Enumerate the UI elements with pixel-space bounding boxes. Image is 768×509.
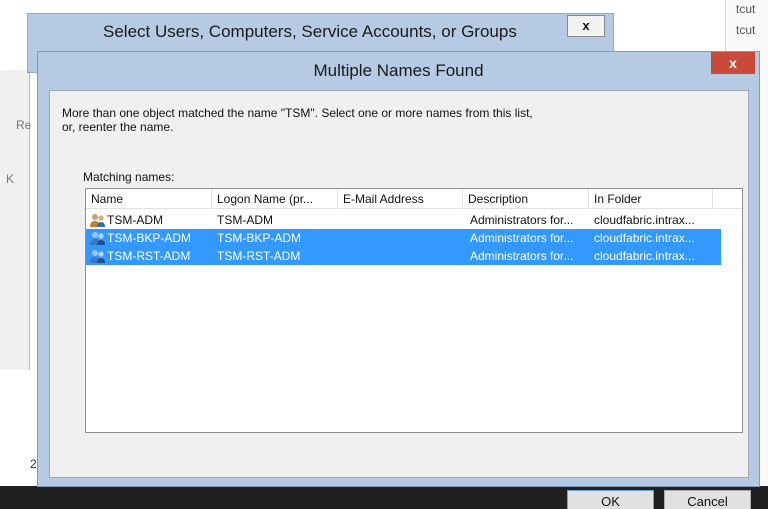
background-panel: 2 (0, 375, 40, 485)
cell-folder: cloudfabric.intrax... (594, 231, 695, 245)
group-users-icon (90, 232, 105, 245)
background-label: Re (16, 118, 32, 132)
background-label: K (6, 172, 15, 186)
cell-name: TSM-BKP-ADM (107, 231, 191, 245)
background-window-left: Re K (0, 70, 32, 370)
dialog-title: Multiple Names Found (313, 61, 484, 80)
cell-description: Administrators for... (470, 213, 574, 227)
column-header-description[interactable]: Description (463, 189, 589, 209)
table-row[interactable]: TSM-RST-ADM TSM-RST-ADM Administrators f… (86, 247, 721, 265)
table-row[interactable]: TSM-BKP-ADM TSM-BKP-ADM Administrators f… (86, 229, 721, 247)
cell-logon: TSM-RST-ADM (217, 249, 301, 263)
column-header-folder[interactable]: In Folder (589, 189, 713, 209)
table-row[interactable]: TSM-ADM TSM-ADM Administrators for... cl… (86, 211, 721, 229)
cell-description: Administrators for... (470, 249, 574, 263)
dialog-message: More than one object matched the name "T… (62, 106, 533, 134)
background-text: 2 (30, 457, 37, 471)
close-button[interactable]: x (711, 52, 755, 74)
cell-folder: cloudfabric.intrax... (594, 213, 695, 227)
list-header: Name Logon Name (pr... E-Mail Address De… (86, 189, 742, 209)
window-title: Select Users, Computers, Service Account… (103, 22, 517, 41)
cell-logon: TSM-ADM (217, 213, 273, 227)
close-button[interactable]: x (567, 15, 605, 37)
cell-folder: cloudfabric.intrax... (594, 249, 695, 263)
group-users-icon (90, 250, 105, 263)
dialog-body: More than one object matched the name "T… (49, 90, 751, 509)
column-header-name[interactable]: Name (86, 189, 212, 209)
cell-logon: TSM-BKP-ADM (217, 231, 301, 245)
background-text: tcut (736, 2, 756, 16)
matching-names-label: Matching names: (83, 170, 175, 184)
column-header-logon[interactable]: Logon Name (pr... (212, 189, 338, 209)
cell-name: TSM-ADM (107, 213, 163, 227)
multiple-names-dialog: Multiple Names Found x More than one obj… (37, 51, 760, 509)
cancel-button[interactable]: Cancel (664, 490, 751, 509)
matching-names-list[interactable]: Name Logon Name (pr... E-Mail Address De… (85, 188, 743, 433)
column-header-email[interactable]: E-Mail Address (338, 189, 463, 209)
cell-name: TSM-RST-ADM (107, 249, 191, 263)
group-users-icon (90, 214, 105, 227)
background-text: tcut (736, 23, 756, 37)
ok-button[interactable]: OK (567, 490, 654, 509)
cell-description: Administrators for... (470, 231, 574, 245)
